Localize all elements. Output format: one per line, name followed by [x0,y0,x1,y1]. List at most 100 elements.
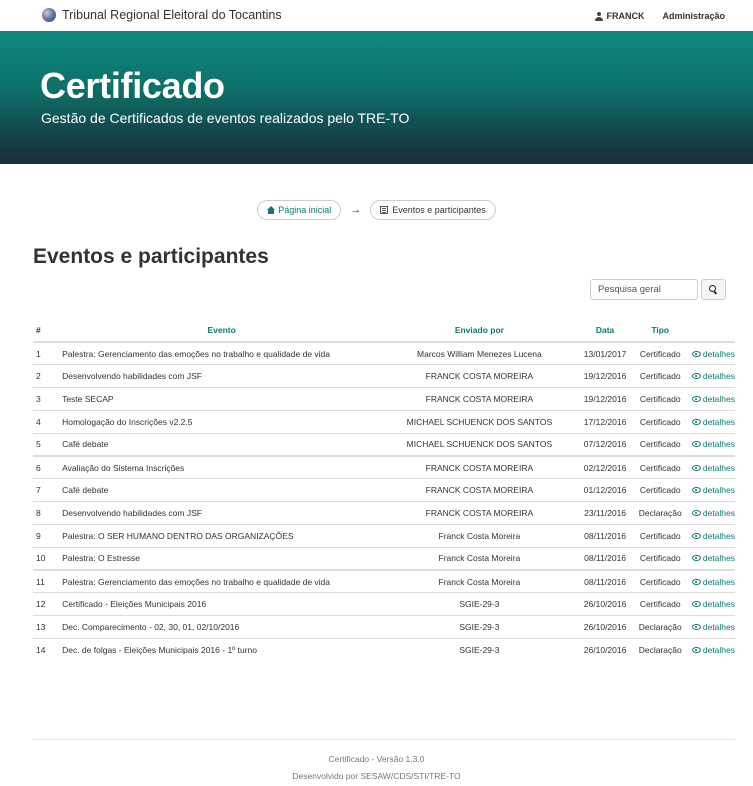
row-number: 13 [33,615,59,639]
breadcrumb-home-label: Página inicial [278,205,332,215]
col-header-type[interactable]: Tipo [632,318,688,343]
user-icon [595,11,604,21]
eye-icon [691,350,701,357]
row-type: Certificado [632,568,688,593]
brand-link[interactable]: Tribunal Regional Eleitoral do Tocantins [42,8,282,22]
row-type: Certificado [632,478,688,502]
footer-divider [33,739,735,740]
row-type: Certificado [632,409,688,434]
row-actions: detalhes [687,409,735,434]
search-input[interactable] [590,279,698,300]
row-event: Dec. Comparecimento - 02, 30, 01, 02/10/… [58,615,382,639]
eye-icon [691,418,701,425]
details-label: detalhes [702,462,735,473]
row-date: 26/10/2016 [577,637,633,662]
table-row: 11 Palestra: Gerenciamento das emoções no… [33,568,735,593]
brand-name: Tribunal Regional Eleitoral do Tocantins [62,8,282,22]
row-number: 12 [33,592,59,616]
details-link[interactable]: detalhes [691,508,735,518]
row-type: Declaração [632,637,688,662]
breadcrumb-current-label: Eventos e participantes [392,205,486,215]
row-sent-by: FRANCK COSTA MOREIRA [381,501,578,525]
details-label: detalhes [702,576,735,587]
row-date: 17/12/2016 [577,409,633,434]
events-table: # Evento Enviado por Data Tipo 1 Palestra… [33,318,735,662]
details-label: detalhes [702,645,735,655]
hero-banner: Certificado Gestão de Certificados de ev… [0,31,753,164]
row-event: Palestra: Gerenciamento das emoções no t… [58,341,382,365]
row-number: 6 [33,454,59,479]
row-event: Avaliação do Sistema Inscrições [58,454,382,479]
row-date: 19/12/2016 [577,364,633,388]
details-link[interactable]: detalhes [691,485,735,496]
row-number: 8 [33,501,59,525]
details-link[interactable]: detalhes [691,576,735,587]
row-event: Palestra: O SER HUMANO DENTRO DAS ORGANI… [58,523,382,548]
breadcrumb: Página inicial → Eventos e participantes [0,200,753,220]
details-link[interactable]: detalhes [691,417,735,427]
details-link[interactable]: detalhes [691,462,735,473]
details-label: detalhes [702,371,735,382]
details-link[interactable]: detalhes [691,371,735,382]
admin-link[interactable]: Administração [662,11,725,21]
table-row: 5 Café debate MICHAEL SCHUENCK DOS SANTOS 0… [33,432,735,456]
row-number: 9 [33,523,59,548]
row-sent-by: FRANCK COSTA MOREIRA [381,364,578,388]
details-label: detalhes [702,485,735,496]
row-date: 19/12/2016 [577,387,633,411]
list-icon [380,206,389,214]
search-icon [709,285,718,294]
details-label: detalhes [702,599,735,610]
row-actions: detalhes [687,387,735,411]
row-actions: detalhes [687,523,735,548]
eye-icon [691,441,701,448]
eye-icon [691,601,701,608]
table-row: 8 Desenvolvendo habilidades com JSF FRANCK… [33,501,735,525]
row-number: 7 [33,478,59,502]
row-sent-by: FRANCK COSTA MOREIRA [381,478,578,502]
row-date: 08/11/2016 [577,523,633,548]
row-actions: detalhes [687,364,735,388]
user-menu[interactable]: FRANCK [595,11,644,21]
details-link[interactable]: detalhes [691,394,735,404]
row-event: Palestra: Gerenciamento das emoções no t… [58,568,382,593]
eye-icon [691,395,701,402]
row-sent-by: FRANCK COSTA MOREIRA [381,454,578,479]
details-link[interactable]: detalhes [691,439,735,449]
row-sent-by: Marcos William Menezes Lucena [381,341,578,365]
details-link[interactable]: detalhes [691,645,735,655]
row-event: Palestra: O Estresse [58,546,382,570]
breadcrumb-home[interactable]: Página inicial [257,200,342,220]
row-date: 08/11/2016 [577,568,633,593]
row-actions: detalhes [687,501,735,525]
details-link[interactable]: detalhes [691,599,735,610]
details-link[interactable]: detalhes [691,553,735,563]
details-link[interactable]: detalhes [691,621,735,632]
eye-icon [691,373,701,380]
table-row: 2 Desenvolvendo habilidades com JSF FRANCK… [33,364,735,388]
row-actions: detalhes [687,454,735,479]
table-row: 10 Palestra: O Estresse Franck Costa Morei… [33,546,735,570]
search-button[interactable] [701,279,726,300]
row-sent-by: Franck Costa Moreira [381,568,578,593]
row-event: Dec. de folgas - Eleições Municipais 201… [58,637,382,662]
breadcrumb-current[interactable]: Eventos e participantes [370,200,496,220]
row-type: Certificado [632,592,688,616]
row-event: Desenvolvendo habilidades com JSF [58,364,382,388]
col-header-sent-by[interactable]: Enviado por [381,318,578,343]
details-link[interactable]: detalhes [691,531,735,541]
top-navbar: Tribunal Regional Eleitoral do Tocantins… [0,0,753,31]
row-event: Café debate [58,478,382,502]
row-number: 3 [33,387,59,411]
details-label: detalhes [702,621,735,632]
col-header-event[interactable]: Evento [58,318,382,343]
row-number: 4 [33,409,59,434]
details-label: detalhes [702,348,735,359]
search-bar [590,279,726,300]
row-event: Certificado - Eleições Municipais 2016 [58,592,382,616]
details-link[interactable]: detalhes [691,348,735,359]
row-actions: detalhes [687,637,735,662]
row-type: Certificado [632,432,688,456]
col-header-date[interactable]: Data [577,318,633,343]
row-actions: detalhes [687,546,735,570]
